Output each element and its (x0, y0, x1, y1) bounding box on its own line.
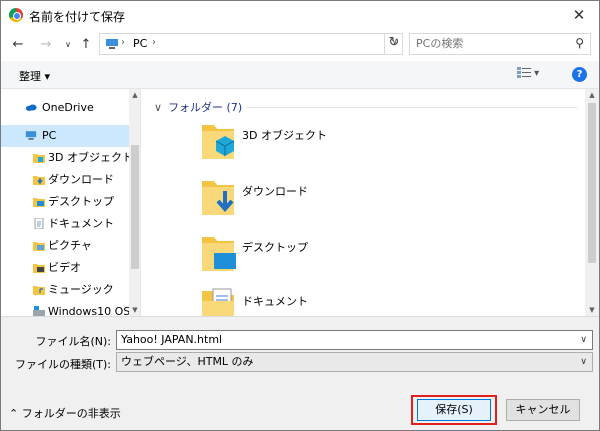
sidebar-item-label: ピクチャ (48, 239, 92, 252)
filetype-label: ファイルの種類(T): (14, 358, 111, 371)
filetype-dropdown-icon[interactable]: ∨ (580, 353, 587, 371)
group-header-folders[interactable]: ∨ フォルダー (7) (154, 99, 242, 115)
drive-icon (33, 306, 45, 316)
search-input[interactable] (416, 37, 566, 50)
scroll-down-icon[interactable]: ▼ (129, 304, 140, 316)
recent-locations-chevron-icon[interactable]: ∨ (59, 36, 77, 54)
hide-folders-toggle[interactable]: ⌃ フォルダーの非表示 (9, 405, 121, 421)
save-button[interactable]: 保存(S) (417, 399, 491, 421)
save-button-highlight: 保存(S) (411, 395, 497, 425)
scrollbar-thumb[interactable] (588, 103, 596, 263)
sidebar-item-label: ミュージック (48, 283, 114, 296)
sidebar-item-label: PC (42, 129, 57, 142)
sidebar-item-label: ドキュメント (48, 217, 114, 230)
3d-objects-folder-icon (202, 125, 235, 159)
3d-objects-icon (33, 154, 45, 163)
window-title: 名前を付けて保存 (29, 10, 126, 24)
folder-item-documents[interactable]: ドキュメント (198, 287, 498, 316)
save-as-dialog: 名前を付けて保存 ✕ ← → ∨ ↑ › PC › ∨ ↻ ⚲ 整理 ▾ (0, 0, 600, 431)
folder-label: ドキュメント (242, 295, 308, 308)
sidebar-item-3d-objects[interactable]: 3D オブジェクト (1, 147, 133, 169)
forward-arrow-icon[interactable]: → (37, 36, 55, 54)
filename-field[interactable]: ∨ (116, 330, 593, 350)
folder-label: 3D オブジェクト (242, 129, 327, 142)
command-toolbar: 整理 ▾ ▾ ? (1, 61, 599, 89)
filetype-select[interactable]: ウェブページ、HTML のみ ∨ (116, 352, 593, 372)
organize-menu-button[interactable]: 整理 ▾ (19, 68, 50, 84)
sidebar-item-label: デスクトップ (48, 195, 114, 208)
sidebar-item-desktop[interactable]: デスクトップ (1, 191, 129, 213)
group-divider (247, 107, 577, 108)
folder-label: デスクトップ (242, 241, 308, 254)
filename-input[interactable] (121, 333, 561, 346)
navigation-bar: ← → ∨ ↑ › PC › ∨ ↻ ⚲ (1, 29, 599, 61)
desktop-icon (33, 198, 45, 207)
collapse-chevron-icon[interactable]: ∨ (154, 101, 162, 114)
pc-icon (106, 39, 118, 49)
sidebar-item-label: Windows10 OS (48, 305, 131, 316)
pictures-icon (33, 242, 45, 251)
sidebar-item-onedrive[interactable]: OneDrive (1, 97, 129, 119)
collapse-caret-icon: ⌃ (9, 407, 19, 420)
navigation-pane: OneDrive PC 3D オブジェクト ダウンロード デスクトップ ドキュメ… (1, 89, 141, 316)
filename-label: ファイル名(N): (35, 335, 111, 348)
navigation-pane-scrollbar[interactable]: ▲ ▼ (129, 89, 140, 316)
music-icon (33, 286, 45, 295)
cancel-button[interactable]: キャンセル (506, 399, 580, 421)
folder-label: ダウンロード (242, 185, 308, 198)
downloads-icon (33, 176, 45, 185)
documents-icon (34, 218, 44, 229)
back-arrow-icon[interactable]: ← (9, 36, 27, 54)
sidebar-item-pc[interactable]: PC (1, 125, 129, 147)
group-header-label: フォルダー (7) (168, 101, 243, 114)
pc-icon (25, 131, 37, 140)
up-arrow-icon[interactable]: ↑ (77, 36, 95, 54)
file-list-scrollbar[interactable]: ▲ ▼ (585, 89, 599, 316)
scroll-down-icon[interactable]: ▼ (586, 304, 598, 316)
sidebar-item-pictures[interactable]: ピクチャ (1, 235, 129, 257)
breadcrumb-chevron-icon[interactable]: › (152, 37, 156, 48)
sidebar-item-label: 3D オブジェクト (48, 151, 133, 164)
close-button[interactable]: ✕ (569, 5, 589, 25)
search-icon[interactable]: ⚲ (575, 36, 584, 50)
videos-icon (33, 264, 45, 273)
sidebar-item-videos[interactable]: ビデオ (1, 257, 129, 279)
onedrive-icon (25, 104, 37, 111)
sidebar-item-label: ダウンロード (48, 173, 114, 186)
hide-folders-label: フォルダーの非表示 (21, 407, 121, 420)
filetype-value: ウェブページ、HTML のみ (121, 355, 254, 368)
scrollbar-thumb[interactable] (131, 145, 139, 269)
refresh-icon[interactable]: ↻ (384, 33, 403, 55)
file-list-pane: ∨ フォルダー (7) 3D オブジェクト ダウンロード デスクトップ ドキュメ… (142, 89, 585, 316)
title-bar: 名前を付けて保存 ✕ (1, 1, 599, 29)
sidebar-item-documents[interactable]: ドキュメント (1, 213, 129, 235)
search-box[interactable]: ⚲ (409, 33, 591, 55)
sidebar-item-label: ビデオ (48, 261, 81, 274)
scroll-up-icon[interactable]: ▲ (586, 89, 598, 101)
desktop-folder-icon (202, 237, 236, 271)
help-icon[interactable]: ? (572, 67, 587, 82)
sidebar-item-windows10-os[interactable]: Windows10 OS (1, 301, 131, 316)
sidebar-item-music[interactable]: ミュージック (1, 279, 129, 301)
sidebar-item-label: OneDrive (42, 101, 94, 114)
view-options-icon[interactable]: ▾ (517, 67, 549, 83)
scroll-up-icon[interactable]: ▲ (129, 89, 140, 101)
chrome-icon (9, 8, 23, 22)
folder-item-3d-objects[interactable]: 3D オブジェクト (198, 121, 498, 171)
downloads-folder-icon (202, 181, 234, 215)
documents-folder-icon (202, 288, 234, 316)
folder-item-downloads[interactable]: ダウンロード (198, 177, 498, 227)
folder-item-desktop[interactable]: デスクトップ (198, 233, 498, 283)
sidebar-item-downloads[interactable]: ダウンロード (1, 169, 129, 191)
save-options-panel: ファイル名(N): ∨ ファイルの種類(T): ウェブページ、HTML のみ ∨… (1, 316, 599, 430)
breadcrumb-chevron-icon[interactable]: › (121, 37, 125, 48)
filename-dropdown-icon[interactable]: ∨ (580, 331, 587, 349)
address-bar[interactable]: › PC › ∨ (99, 33, 403, 55)
breadcrumb-pc[interactable]: PC (133, 37, 147, 50)
